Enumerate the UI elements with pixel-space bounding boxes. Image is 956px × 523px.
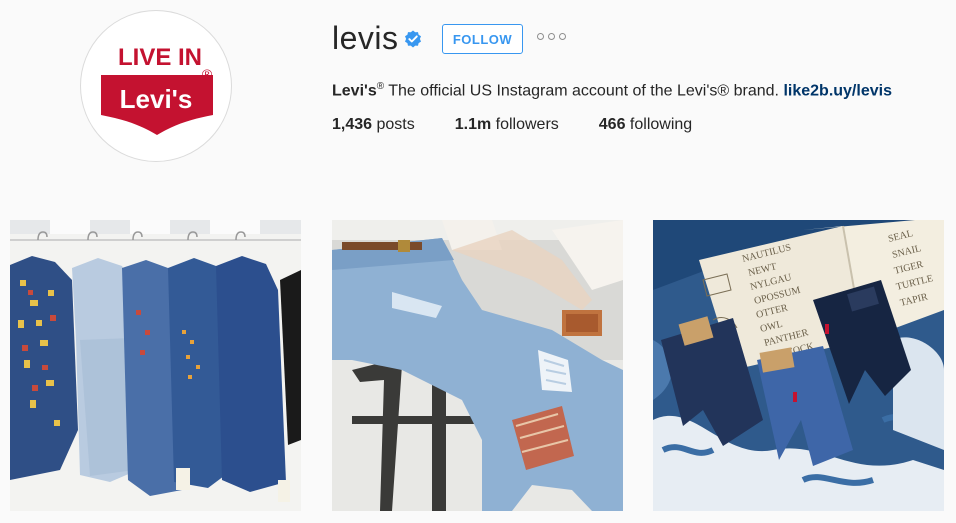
profile-stats: 1,436 posts 1.1m followers 466 following	[332, 115, 732, 135]
logo-registered-mark: ®	[202, 66, 213, 82]
posts-label: posts	[372, 116, 415, 133]
profile-avatar[interactable]: LIVE IN Levi's ®	[80, 10, 232, 162]
posts-count: 1,436	[332, 116, 373, 133]
following-stat[interactable]: 466 following	[599, 115, 692, 135]
kids-jeans-photo: NAUTILUS NEWT NYLGAU OPOSSUM OTTER OWL P…	[653, 220, 944, 511]
posts-stat: 1,436 posts	[332, 115, 415, 135]
verified-badge-icon	[405, 30, 421, 48]
ripped-jeans-photo	[332, 220, 623, 511]
follow-button[interactable]: FOLLOW	[442, 24, 523, 54]
following-count: 466	[598, 116, 626, 133]
jackets-photo	[10, 220, 301, 511]
followers-stat[interactable]: 1.1m followers	[455, 115, 559, 135]
bio-name: Levi's	[332, 82, 377, 100]
logo-line1: LIVE IN	[118, 44, 202, 71]
more-dot	[537, 33, 544, 40]
post-thumbnail-ripped-jeans[interactable]	[332, 220, 623, 511]
followers-label: followers	[491, 116, 559, 133]
levis-logo-icon: LIVE IN Levi's ®	[101, 44, 213, 135]
following-label: following	[625, 116, 693, 133]
bio-link[interactable]: like2b.uy/levis	[783, 82, 892, 99]
bio-registered-mark: ®	[376, 81, 385, 92]
post-thumbnail-jackets[interactable]	[10, 220, 301, 511]
more-options-icon[interactable]	[537, 33, 566, 40]
more-dot	[559, 33, 566, 40]
logo-line2: Levi's	[120, 84, 193, 114]
post-thumbnail-kids-jeans[interactable]: NAUTILUS NEWT NYLGAU OPOSSUM OTTER OWL P…	[653, 220, 944, 511]
more-dot	[548, 33, 555, 40]
profile-username: levis	[332, 20, 399, 56]
followers-count: 1.1m	[454, 116, 492, 133]
profile-bio: Levi's® The official US Instagram accoun…	[332, 77, 892, 101]
bio-text: The official US Instagram account of the…	[384, 82, 784, 100]
